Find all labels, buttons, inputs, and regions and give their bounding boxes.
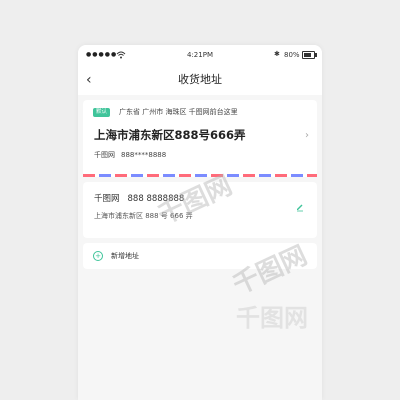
add-address-label: 新增地址	[111, 252, 139, 260]
default-address-card[interactable]: 默认 广东省 广州市 海珠区 千图网前台这里 上海市浦东新区888号666弄 千…	[83, 100, 317, 177]
envelope-stripe	[83, 174, 317, 177]
battery-percent: 80%	[284, 51, 300, 59]
edit-icon[interactable]	[295, 202, 305, 212]
nav-bar: ‹ 收货地址	[78, 65, 322, 95]
address-item-address: 上海市浦东新区 888 号 666 弄	[94, 212, 193, 220]
address-main: 上海市浦东新区888号666弄	[94, 128, 246, 142]
contact-phone: 888****8888	[121, 151, 167, 159]
address-item-phone: 888 8888888	[127, 194, 185, 204]
page-title: 收货地址	[178, 73, 222, 86]
battery-level	[304, 53, 312, 57]
address-item-contact: 千图网 888 8888888	[94, 192, 184, 204]
contact-info: 千图网 888****8888	[94, 150, 166, 160]
status-bar: ●●●●● 4:21PM ✱ 80%	[78, 45, 322, 65]
add-address-button[interactable]: + 新增地址	[83, 243, 317, 269]
bluetooth-icon: ✱	[274, 50, 280, 58]
add-icon: +	[93, 251, 103, 261]
address-list-item[interactable]: 千图网 888 8888888 上海市浦东新区 888 号 666 弄	[83, 182, 317, 238]
phone-frame: ●●●●● 4:21PM ✱ 80% ‹ 收货地址 默认 广东省 广州市 海珠区…	[78, 45, 322, 400]
battery-icon	[302, 51, 317, 59]
address-region: 广东省 广州市 海珠区 千图网前台这里	[119, 108, 238, 116]
chevron-right-icon[interactable]: ›	[305, 130, 309, 141]
address-item-name: 千图网	[94, 194, 120, 204]
contact-name: 千图网	[94, 151, 115, 159]
default-badge: 默认	[93, 108, 111, 117]
